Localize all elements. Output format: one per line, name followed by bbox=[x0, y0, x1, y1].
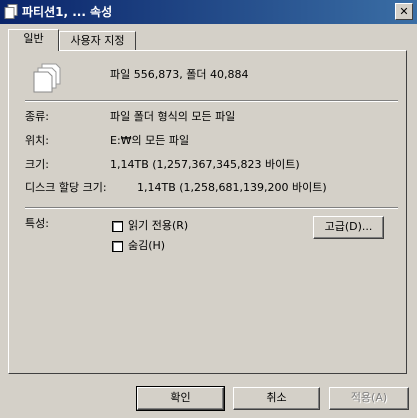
read-only-checkbox[interactable] bbox=[112, 221, 123, 232]
apply-button[interactable]: 적용(A) bbox=[329, 387, 409, 410]
close-button[interactable]: ✕ bbox=[395, 3, 413, 20]
content-summary: 파일 556,873, 폴더 40,884 bbox=[110, 68, 249, 81]
read-only-label[interactable]: 읽기 전용(R) bbox=[128, 219, 188, 233]
files-icon bbox=[4, 4, 18, 19]
size-value: 1,14TB (1,257,367,345,823 바이트) bbox=[110, 158, 300, 171]
size-label: 크기: bbox=[25, 158, 49, 171]
ok-button[interactable]: 확인 bbox=[136, 386, 225, 411]
type-label: 종류: bbox=[25, 110, 49, 123]
separator bbox=[25, 207, 398, 209]
hidden-label[interactable]: 숨김(H) bbox=[128, 239, 165, 253]
location-value: E:₩의 모든 파일 bbox=[110, 134, 190, 147]
general-tab-panel bbox=[8, 50, 407, 374]
location-label: 위치: bbox=[25, 134, 49, 147]
attributes-label: 특성: bbox=[25, 217, 49, 230]
separator bbox=[25, 100, 398, 102]
window-title: 파티션1, ... 속성 bbox=[22, 5, 113, 19]
type-value: 파일 폴더 형식의 모든 파일 bbox=[110, 110, 236, 123]
size-on-disk-value: 1,14TB (1,258,681,139,200 바이트) bbox=[137, 181, 327, 194]
tab-general[interactable]: 일반 bbox=[8, 29, 59, 51]
tab-custom[interactable]: 사용자 지정 bbox=[59, 31, 136, 51]
multiple-files-icon bbox=[33, 63, 61, 93]
cancel-button[interactable]: 취소 bbox=[233, 387, 320, 410]
hidden-checkbox[interactable] bbox=[112, 241, 123, 252]
advanced-button[interactable]: 고급(D)... bbox=[313, 216, 384, 239]
size-on-disk-label: 디스크 할당 크기: bbox=[25, 181, 107, 194]
close-icon: ✕ bbox=[399, 5, 409, 18]
title-bar[interactable]: 파티션1, ... 속성 ✕ bbox=[0, 0, 417, 24]
